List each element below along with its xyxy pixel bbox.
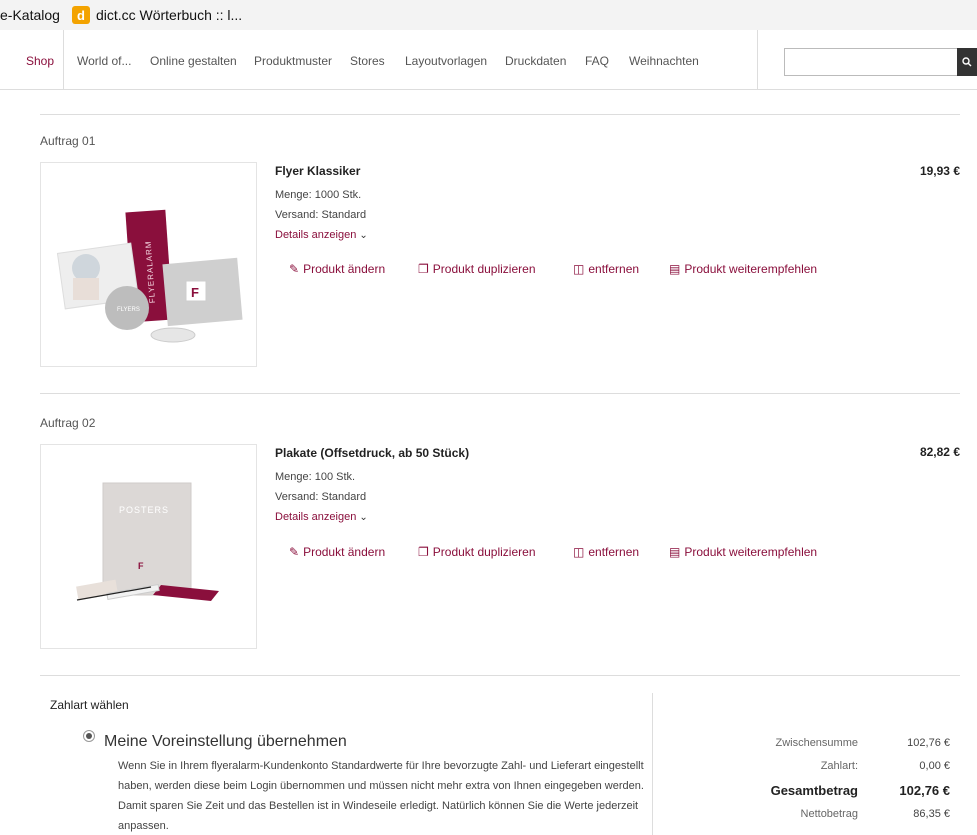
change-product-button[interactable]: ✎ Produkt ändern <box>289 262 385 276</box>
image-text-f: F <box>191 285 199 300</box>
duplicate-product-button[interactable]: ❐ Produkt duplizieren <box>418 262 536 276</box>
summary-value: 102,76 € <box>899 783 950 798</box>
action-label: Produkt ändern <box>303 262 386 276</box>
summary-label: Nettobetrag <box>800 808 858 820</box>
chevron-down-icon: ⌄ <box>359 230 368 241</box>
details-toggle[interactable]: Details anzeigen ⌄ <box>275 229 368 241</box>
payment-default-radio[interactable] <box>83 730 95 742</box>
image-text-flyers: FLYERS <box>117 307 140 313</box>
copy-icon: ❐ <box>418 262 429 276</box>
product-title[interactable]: Plakate (Offsetdruck, ab 50 Stück) <box>275 446 469 460</box>
summary-value: 0,00 € <box>919 760 950 772</box>
nav-online-gestalten[interactable]: Online gestalten <box>150 54 237 68</box>
nav-druckdaten[interactable]: Druckdaten <box>505 54 566 68</box>
summary-value: 86,35 € <box>913 808 950 820</box>
search-input[interactable] <box>784 48 958 76</box>
product-title[interactable]: Flyer Klassiker <box>275 164 360 178</box>
pencil-icon: ✎ <box>289 262 300 276</box>
remove-product-button[interactable]: ◫ entfernen <box>573 262 639 276</box>
duplicate-product-button[interactable]: ❐ Produkt duplizieren <box>418 545 536 559</box>
nav-world-of[interactable]: World of... <box>77 54 131 68</box>
product-shipping: Versand: Standard <box>275 209 367 221</box>
summary-value: 102,76 € <box>907 737 950 749</box>
trash-icon: ◫ <box>573 262 585 276</box>
recommend-product-button[interactable]: ▤ Produkt weiterempfehlen <box>669 262 817 276</box>
divider <box>40 393 960 394</box>
product-quantity: Menge: 1000 Stk. <box>275 189 362 201</box>
action-label: Produkt duplizieren <box>432 262 536 276</box>
change-product-button[interactable]: ✎ Produkt ändern <box>289 545 385 559</box>
product-shipping: Versand: Standard <box>275 491 367 503</box>
divider <box>40 675 960 676</box>
action-label: Produkt weiterempfehlen <box>684 262 818 276</box>
remove-product-button[interactable]: ◫ entfernen <box>573 545 639 559</box>
payment-description: Wenn Sie in Ihrem flyeralarm-Kundenkonto… <box>118 760 644 832</box>
order-label: Auftrag 01 <box>40 134 96 148</box>
message-icon: ▤ <box>669 545 681 559</box>
product-price: 19,93 € <box>919 164 960 178</box>
chevron-down-icon: ⌄ <box>359 512 368 523</box>
search-button[interactable] <box>957 48 977 76</box>
bookmark-e-katalog[interactable]: e-Katalog <box>0 7 60 23</box>
bookmark-label: e-Katalog <box>0 7 60 23</box>
product-quantity: Menge: 100 Stk. <box>275 471 356 483</box>
recommend-product-button[interactable]: ▤ Produkt weiterempfehlen <box>669 545 817 559</box>
product-price: 82,82 € <box>919 445 960 459</box>
action-label: Produkt duplizieren <box>432 545 536 559</box>
bookmarks-bar: e-Katalog d dict.cc Wörterbuch :: l... <box>0 0 977 30</box>
nav-weihnachten[interactable]: Weihnachten <box>629 54 699 68</box>
product-image-flyer[interactable]: FLYERALARM F FLYERS <box>40 162 257 367</box>
image-text-posters: POSTERS <box>119 505 169 515</box>
details-label: Details anzeigen <box>275 511 357 523</box>
poster-product-illustration: POSTERS F <box>76 482 219 601</box>
payment-default-label[interactable]: Meine Voreinstellung übernehmen <box>104 733 347 751</box>
details-toggle[interactable]: Details anzeigen ⌄ <box>275 511 368 523</box>
nav-divider <box>757 30 758 90</box>
nav-produktmuster[interactable]: Produktmuster <box>254 54 332 68</box>
action-label: Produkt weiterempfehlen <box>684 545 818 559</box>
action-label: entfernen <box>588 545 640 559</box>
product-image-poster[interactable]: POSTERS F <box>40 444 257 649</box>
flyer-product-illustration: FLYERALARM F FLYERS <box>56 209 243 343</box>
main-nav: Shop World of... Online gestalten Produk… <box>0 30 977 90</box>
summary-label: Gesamtbetrag <box>770 783 858 798</box>
nav-stores[interactable]: Stores <box>350 54 385 68</box>
details-label: Details anzeigen <box>275 229 357 241</box>
message-icon: ▤ <box>669 262 681 276</box>
trash-icon: ◫ <box>573 545 585 559</box>
summary-divider <box>652 693 653 835</box>
pencil-icon: ✎ <box>289 545 300 559</box>
nav-faq[interactable]: FAQ <box>585 54 609 68</box>
divider <box>40 114 960 115</box>
payment-section-title: Zahlart wählen <box>50 698 129 712</box>
nav-layoutvorlagen[interactable]: Layoutvorlagen <box>405 54 487 68</box>
nav-shop[interactable]: Shop <box>26 54 54 68</box>
order-label: Auftrag 02 <box>40 416 96 430</box>
dict-cc-icon: d <box>71 6 90 24</box>
copy-icon: ❐ <box>418 545 429 559</box>
bookmark-label: dict.cc Wörterbuch :: l... <box>95 7 243 23</box>
summary-label: Zwischensumme <box>775 737 858 749</box>
image-text-f: F <box>138 561 144 571</box>
nav-divider <box>63 30 64 90</box>
action-label: entfernen <box>588 262 640 276</box>
summary-label: Zahlart: <box>820 760 858 772</box>
action-label: Produkt ändern <box>303 545 386 559</box>
bookmark-dict-cc[interactable]: d dict.cc Wörterbuch :: l... <box>60 6 242 24</box>
search-icon <box>962 57 972 67</box>
